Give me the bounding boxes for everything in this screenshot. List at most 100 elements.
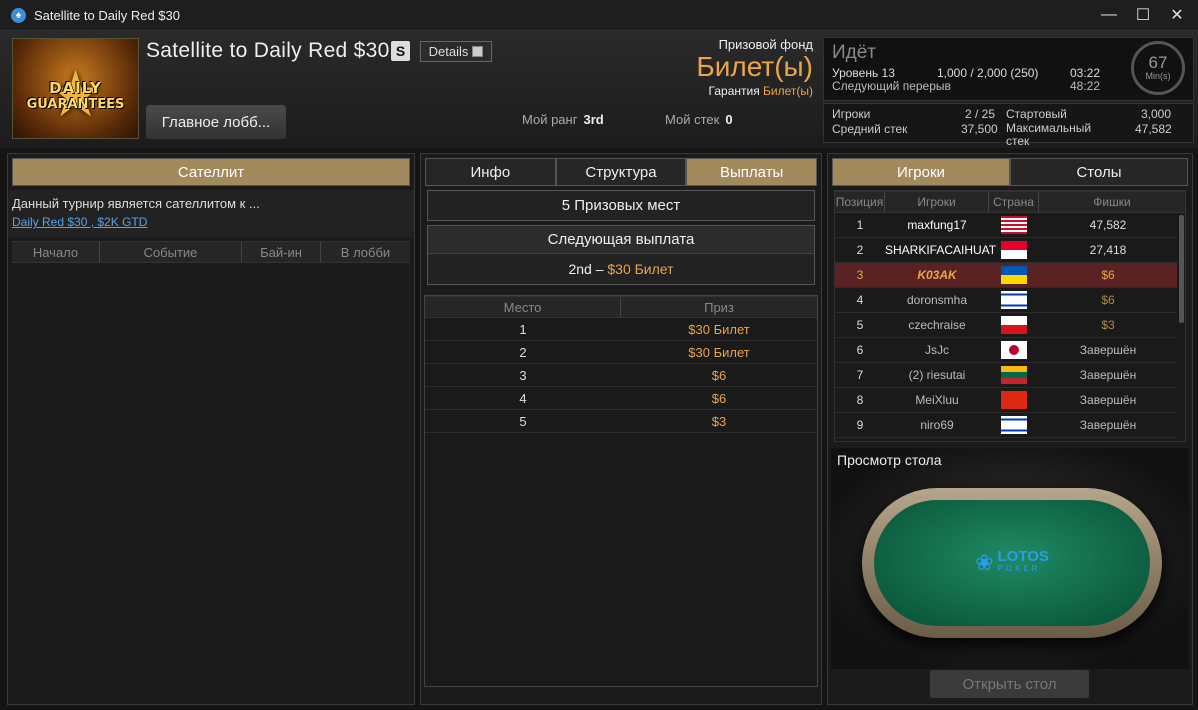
player-position: 8 [856, 393, 864, 407]
player-chips: $6 [1101, 268, 1115, 282]
my-rank: Мой ранг 3rd [522, 112, 604, 127]
prize-places: 5 Призовых мест [427, 190, 815, 221]
next-payout-box: Следующая выплата 2nd – $30 Билет [427, 225, 815, 285]
player-position: 1 [856, 218, 864, 232]
satellite-description: Данный турнир является сателлитом к ... … [8, 190, 414, 237]
player-name: MeiXluu [915, 393, 959, 407]
player-position: 5 [856, 318, 864, 332]
satellite-tabs: Сателлит [12, 158, 410, 186]
ukraine-flag-icon [1001, 266, 1027, 284]
level-label: Уровень 13 [832, 66, 895, 80]
satellite-panel: Сателлит Данный турнир является сателлит… [7, 153, 415, 705]
poker-table: ❀ LOTOS POKER [862, 488, 1162, 638]
tournament-status: Идёт [832, 42, 877, 63]
external-link-icon [472, 46, 484, 57]
target-tournament-link[interactable]: Daily Red $30 , $2K GTD [12, 215, 410, 229]
tab-info[interactable]: Инфо [425, 158, 556, 186]
player-chips: 47,582 [1089, 218, 1127, 232]
info-panel: Инфо Структура Выплаты 5 Призовых мест С… [420, 153, 822, 705]
tab-satellite[interactable]: Сателлит [12, 158, 410, 186]
players-table: Позиция Игроки Страна Фишки 1 maxfung17 … [834, 190, 1186, 442]
close-icon[interactable]: ✕ [1166, 5, 1188, 25]
payout-row: 3 $6 [425, 364, 817, 387]
china-flag-icon [1001, 391, 1027, 409]
tournament-name: Satellite to Daily Red $30 [146, 39, 390, 62]
tab-players[interactable]: Игроки [832, 158, 1010, 186]
window-title: Satellite to Daily Red $30 [34, 7, 180, 23]
payout-prize: $6 [711, 390, 727, 406]
guarantee: Гарантия Билет(ы) [708, 84, 813, 98]
payout-row: 5 $3 [425, 410, 817, 433]
tab-structure[interactable]: Структура [555, 158, 687, 186]
israel-flag-icon [1001, 291, 1027, 309]
table-felt: ❀ LOTOS POKER [874, 500, 1150, 626]
payout-table: Место Приз 1 $30 Билет 2 $30 Билет 3 $6 4 $… [424, 295, 818, 687]
czech-flag-icon [1001, 316, 1027, 334]
malaysia-flag-icon [1001, 216, 1027, 234]
tab-tables[interactable]: Столы [1010, 158, 1188, 186]
payout-table-header: Место Приз [425, 296, 817, 318]
tournament-stats: Игроки 2 / 25 Стартовый 3,000 Средний ст… [823, 103, 1194, 148]
tournament-logo: ★ DAILY GUARANTEES [12, 38, 139, 139]
player-row[interactable]: 3 K03AK $6 [835, 263, 1177, 288]
main-lobby-button[interactable]: Главное лобб... [146, 105, 286, 139]
payout-place: 5 [519, 413, 527, 429]
next-break-time: 48:22 [1070, 79, 1101, 93]
player-name: K03AK [917, 268, 957, 282]
payout-prize: $30 Билет [688, 344, 750, 360]
next-payout-value: 2nd – $30 Билет [568, 261, 674, 277]
israel-flag-icon [1001, 416, 1027, 434]
tournament-header: ★ DAILY GUARANTEES Satellite to Daily Re… [0, 31, 1198, 148]
player-name: doronsmha [906, 293, 968, 307]
player-chips: Завершён [1079, 418, 1137, 432]
players-tabs: Игроки Столы [832, 158, 1188, 186]
player-row[interactable]: 4 doronsmha $6 [835, 288, 1177, 313]
player-name: SHARKIFACAIHUAT [885, 243, 997, 257]
payout-prize: $30 Билет [688, 321, 750, 337]
singapore-flag-icon [1001, 241, 1027, 259]
player-row[interactable]: 6 JsJc Завершён [835, 338, 1177, 363]
lotus-icon: ❀ [975, 550, 994, 575]
details-button[interactable]: Details [420, 41, 492, 62]
player-position: 6 [856, 343, 864, 357]
player-chips: Завершён [1079, 393, 1137, 407]
maximize-icon[interactable]: ☐ [1132, 5, 1154, 25]
status-box: Идёт Уровень 13 1,000 / 2,000 (250) 03:2… [823, 37, 1194, 101]
my-stack: Мой стек 0 [665, 112, 733, 127]
lotos-logo: ❀ LOTOS POKER [975, 548, 1049, 575]
player-row[interactable]: 8 MeiXluu Завершён [835, 388, 1177, 413]
player-chips: Завершён [1079, 343, 1137, 357]
app-icon: ♠ [11, 7, 26, 23]
player-name: maxfung17 [907, 218, 967, 232]
payout-row: 1 $30 Билет [425, 318, 817, 341]
player-row[interactable]: 7 (2) riesutai Завершён [835, 363, 1177, 388]
japan-flag-icon [1001, 341, 1027, 359]
player-row[interactable]: 2 SHARKIFACAIHUAT 27,418 [835, 238, 1177, 263]
tab-payouts[interactable]: Выплаты [686, 158, 818, 186]
title-bar: ♠ Satellite to Daily Red $30 — ☐ ✕ [0, 0, 1198, 31]
player-row[interactable]: 1 maxfung17 47,582 [835, 213, 1177, 238]
table-preview: Просмотр стола ❀ LOTOS POKER [831, 448, 1189, 669]
player-row[interactable]: 5 czechraise $3 [835, 313, 1177, 338]
minimize-icon[interactable]: — [1098, 5, 1120, 25]
player-name: (2) riesutai [908, 368, 966, 382]
payout-prize: $3 [711, 413, 727, 429]
players-scrollbar[interactable] [1179, 215, 1184, 323]
player-chips: $3 [1101, 318, 1115, 332]
player-name: JsJc [925, 343, 949, 357]
lithuania-flag-icon [1001, 366, 1027, 384]
level-time: 03:22 [1070, 66, 1101, 80]
player-position: 9 [856, 418, 864, 432]
open-table-button[interactable]: Открыть стол [930, 670, 1089, 698]
player-chips: $6 [1101, 293, 1115, 307]
payout-place: 3 [519, 367, 527, 383]
player-name: niro69 [920, 418, 954, 432]
blinds: 1,000 / 2,000 (250) [937, 66, 1039, 80]
player-row[interactable]: 9 niro69 Завершён [835, 413, 1177, 438]
player-position: 7 [856, 368, 864, 382]
payout-place: 4 [519, 390, 527, 406]
player-position: 2 [856, 243, 864, 257]
info-tabs: Инфо Структура Выплаты [425, 158, 818, 186]
players-table-header: Позиция Игроки Страна Фишки [835, 191, 1185, 213]
player-position: 3 [856, 268, 864, 282]
